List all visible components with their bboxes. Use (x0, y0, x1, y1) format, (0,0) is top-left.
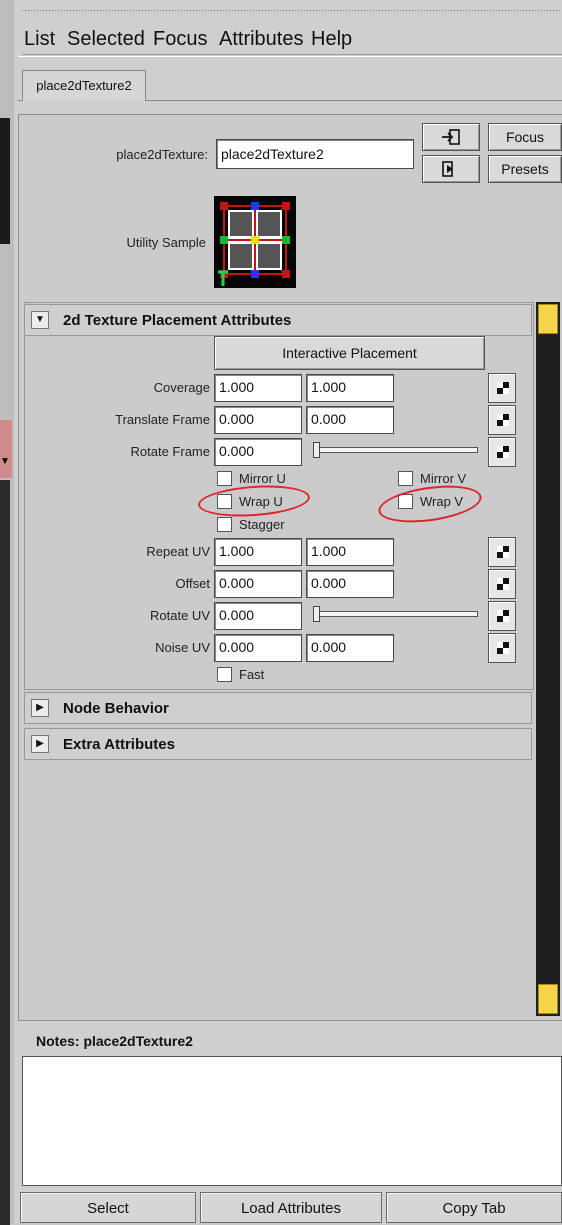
rotate-uv-label: Rotate UV (150, 608, 210, 623)
coverage-u-field[interactable]: 1.000 (214, 374, 302, 402)
rotate-uv-slider-handle[interactable] (313, 606, 320, 622)
rotate-frame-map-button[interactable] (488, 437, 516, 467)
collapse-triangle-icon[interactable]: ▼ (31, 311, 49, 329)
section-title: Extra Attributes (63, 736, 175, 753)
map-checker-icon (497, 414, 509, 426)
notes-label: Notes: place2dTexture2 (36, 1033, 193, 1049)
noise-uv-label: Noise UV (155, 640, 210, 655)
node-name-field[interactable]: place2dTexture2 (216, 139, 414, 169)
map-checker-icon (497, 446, 509, 458)
menu-help[interactable]: Help (311, 28, 352, 51)
mirror-v-checkbox[interactable] (398, 471, 413, 486)
repeat-v-field[interactable]: 1.000 (306, 538, 394, 566)
select-button[interactable]: Select (20, 1192, 196, 1223)
repeat-uv-label: Repeat UV (146, 544, 210, 559)
left-panel-arrow-icon: ▼ (0, 456, 10, 467)
expand-triangle-icon[interactable]: ▶ (31, 735, 49, 753)
node-name-label: place2dTexture: (116, 147, 208, 162)
translate-frame-u-field[interactable]: 0.000 (214, 406, 302, 434)
fast-checkbox[interactable] (217, 667, 232, 682)
scrollbar-bottom-handle[interactable] (538, 984, 558, 1014)
place2d-texture-icon (218, 202, 290, 286)
texture-placement-header[interactable]: ▼ 2d Texture Placement Attributes (24, 304, 532, 336)
stagger-label: Stagger (239, 517, 285, 532)
mirror-u-checkbox[interactable] (217, 471, 232, 486)
focus-button[interactable]: Focus (488, 123, 562, 151)
coverage-v-field[interactable]: 1.000 (306, 374, 394, 402)
offset-u-field[interactable]: 0.000 (214, 570, 302, 598)
coverage-map-button[interactable] (488, 373, 516, 403)
menu-list[interactable]: List (24, 28, 55, 51)
stagger-checkbox[interactable] (217, 517, 232, 532)
expand-triangle-icon[interactable]: ▶ (31, 699, 49, 717)
repeat-u-field[interactable]: 1.000 (214, 538, 302, 566)
offset-v-field[interactable]: 0.000 (306, 570, 394, 598)
translate-frame-label: Translate Frame (115, 412, 210, 427)
map-checker-icon (497, 546, 509, 558)
translate-frame-map-button[interactable] (488, 405, 516, 435)
utility-sample-label: Utility Sample (126, 235, 206, 250)
noise-v-field[interactable]: 0.000 (306, 634, 394, 662)
section-title: 2d Texture Placement Attributes (63, 312, 292, 329)
translate-frame-v-field[interactable]: 0.000 (306, 406, 394, 434)
rotate-uv-map-button[interactable] (488, 601, 516, 631)
rotate-frame-field[interactable]: 0.000 (214, 438, 302, 466)
rotate-frame-slider[interactable] (314, 447, 478, 453)
noise-uv-map-button[interactable] (488, 633, 516, 663)
rotate-uv-slider[interactable] (314, 611, 478, 617)
mirror-v-label: Mirror V (420, 471, 467, 486)
output-connections-button[interactable] (422, 155, 480, 183)
map-checker-icon (497, 578, 509, 590)
mirror-u-label: Mirror U (239, 471, 286, 486)
vertical-scrollbar[interactable] (536, 302, 560, 1016)
tear-off-bar[interactable] (22, 6, 562, 16)
tab-place2dtexture2[interactable]: place2dTexture2 (22, 70, 146, 101)
menu-bar: List Selected Focus Attributes Help (22, 24, 562, 55)
offset-map-button[interactable] (488, 569, 516, 599)
left-panel-dark-area (0, 118, 10, 244)
menu-attributes[interactable]: Attributes (219, 28, 303, 51)
output-connections-icon (442, 161, 453, 177)
map-checker-icon (497, 610, 509, 622)
map-checker-icon (497, 642, 509, 654)
interactive-placement-button[interactable]: Interactive Placement (214, 336, 485, 370)
offset-label: Offset (175, 576, 210, 591)
extra-attributes-header[interactable]: ▶ Extra Attributes (24, 728, 532, 760)
rotate-frame-label: Rotate Frame (130, 444, 210, 459)
menu-focus[interactable]: Focus (153, 28, 207, 51)
presets-button[interactable]: Presets (488, 155, 562, 183)
notes-textarea[interactable] (22, 1056, 562, 1186)
input-connections-icon (442, 129, 460, 145)
rotate-frame-slider-handle[interactable] (313, 442, 320, 458)
left-panel-highlight (0, 420, 12, 478)
rotate-uv-field[interactable]: 0.000 (214, 602, 302, 630)
coverage-label: Coverage (153, 380, 210, 395)
input-connections-button[interactable] (422, 123, 480, 151)
repeat-uv-map-button[interactable] (488, 537, 516, 567)
map-checker-icon (497, 382, 509, 394)
load-attributes-button[interactable]: Load Attributes (200, 1192, 382, 1223)
copy-tab-button[interactable]: Copy Tab (386, 1192, 562, 1223)
noise-u-field[interactable]: 0.000 (214, 634, 302, 662)
section-title: Node Behavior (63, 700, 169, 717)
utility-sample-swatch[interactable] (214, 196, 296, 288)
scrollbar-top-handle[interactable] (538, 304, 558, 334)
node-behavior-header[interactable]: ▶ Node Behavior (24, 692, 532, 724)
menu-selected[interactable]: Selected (67, 28, 145, 51)
fast-label: Fast (239, 667, 265, 682)
left-panel-dark-area-lower (0, 480, 10, 1225)
